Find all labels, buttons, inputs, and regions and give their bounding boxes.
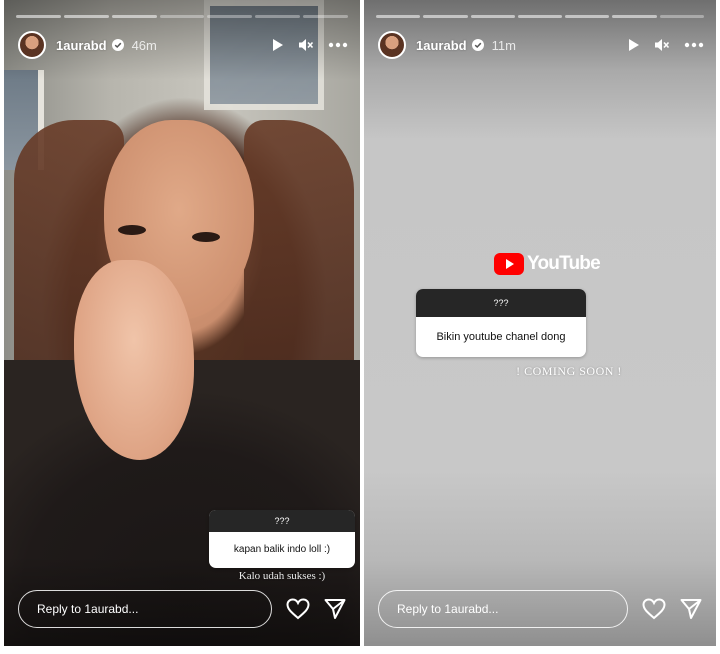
story-progress-bar — [16, 15, 349, 18]
play-icon[interactable] — [270, 38, 284, 52]
mute-icon[interactable] — [298, 38, 314, 52]
reply-bar: Reply to 1aurabd... — [18, 590, 346, 628]
more-icon[interactable] — [328, 42, 348, 48]
username[interactable]: 1aurabd — [416, 38, 467, 53]
verified-badge-icon — [471, 39, 484, 51]
avatar[interactable] — [378, 31, 406, 59]
verified-badge-icon — [111, 39, 124, 51]
youtube-logo: YouTube — [494, 252, 601, 276]
more-icon[interactable] — [684, 42, 704, 48]
question-sticker[interactable]: ??? kapan balik indo loll :) — [209, 510, 355, 568]
reply-bar: Reply to 1aurabd... — [378, 590, 702, 628]
post-time: 46m — [131, 37, 157, 53]
heart-icon[interactable] — [642, 598, 666, 620]
answer-text: Kalo udah sukses :) — [238, 570, 326, 582]
reply-input[interactable]: Reply to 1aurabd... — [378, 590, 628, 628]
reply-input[interactable]: Reply to 1aurabd... — [18, 590, 272, 628]
youtube-play-icon — [494, 253, 524, 275]
username[interactable]: 1aurabd — [56, 38, 107, 53]
avatar[interactable] — [18, 31, 46, 59]
send-icon[interactable] — [324, 598, 346, 620]
post-time: 11m — [491, 37, 516, 53]
question-sticker-header: ??? — [416, 289, 586, 317]
answer-text: ! COMING SOON ! — [516, 364, 622, 378]
heart-icon[interactable] — [286, 598, 310, 620]
mute-icon[interactable] — [654, 38, 670, 52]
youtube-wordmark: YouTube — [527, 253, 601, 274]
send-icon[interactable] — [680, 598, 702, 620]
story-progress-bar — [376, 15, 704, 18]
question-text: kapan balik indo loll :) — [233, 544, 331, 555]
story-header: 1aurabd 11m — [378, 30, 704, 60]
story-panel-left[interactable]: 1aurabd 46m ??? kapan balik indo loll :)… — [4, 0, 360, 646]
story-header: 1aurabd 46m — [18, 30, 348, 60]
question-text: Bikin youtube chanel dong — [436, 331, 566, 343]
story-panel-right[interactable]: 1aurabd 11m YouTube ??? Bikin youtube ch… — [364, 0, 716, 646]
play-icon[interactable] — [626, 38, 640, 52]
question-sticker[interactable]: ??? Bikin youtube chanel dong — [416, 289, 586, 357]
question-sticker-header: ??? — [209, 510, 355, 532]
